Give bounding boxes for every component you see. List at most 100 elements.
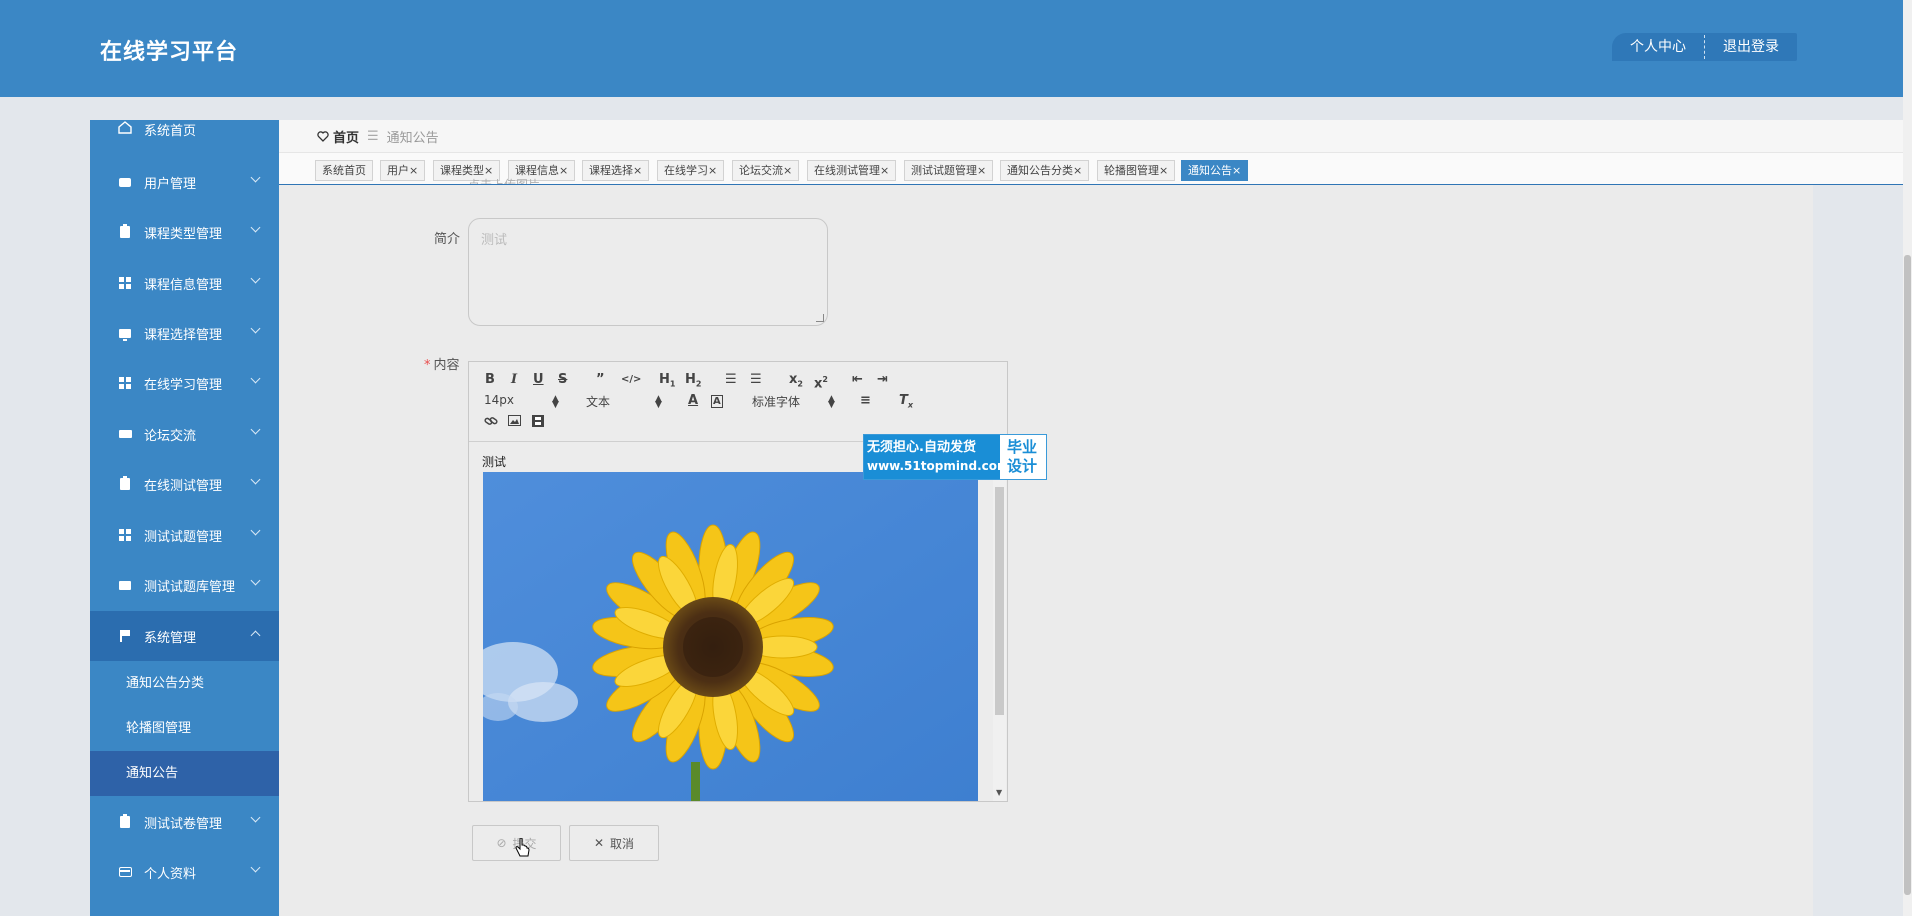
- bullet-list-icon[interactable]: ☰: [750, 372, 762, 388]
- sidebar-item-test-paper[interactable]: 测试试卷管理: [90, 797, 279, 847]
- tab-home[interactable]: 系统首页: [315, 160, 373, 181]
- chevron-down-icon: [250, 525, 261, 536]
- tab-label: 在线学习: [664, 164, 708, 177]
- breadcrumb-home[interactable]: 首页: [333, 127, 359, 146]
- card-icon: [118, 865, 132, 879]
- select-arrows-icon: ▲ ▼: [552, 394, 559, 410]
- video-icon[interactable]: [532, 415, 544, 432]
- heading1-icon[interactable]: H1: [659, 372, 675, 393]
- image-icon[interactable]: [508, 415, 521, 431]
- window-scrollbar-thumb[interactable]: [1904, 255, 1911, 895]
- sidebar-item-users[interactable]: 用户管理: [90, 157, 279, 207]
- watermark-badge: 无须担心.自动发货 www.51topmind.com 毕业 设计: [863, 434, 1047, 480]
- rich-text-editor[interactable]: B I U S ” </> H1 H2 ☰ ☰ x2 x2 ⇤ ⇥ 14px ▲…: [468, 361, 1008, 802]
- sidebar-item-label: 系统管理: [144, 630, 197, 646]
- tab-online-test[interactable]: 在线测试管理×: [807, 160, 897, 181]
- italic-icon[interactable]: I: [511, 372, 517, 388]
- tab-close-icon[interactable]: ×: [977, 164, 986, 177]
- blockquote-icon[interactable]: ”: [596, 372, 605, 388]
- sidebar-item-question-bank[interactable]: 测试试题库管理: [90, 560, 279, 610]
- sidebar-item-system[interactable]: 系统管理: [90, 611, 279, 661]
- logout-button[interactable]: 退出登录: [1705, 33, 1797, 61]
- tab-close-icon[interactable]: ×: [880, 164, 889, 177]
- align-icon[interactable]: ≡: [860, 393, 871, 409]
- bold-icon[interactable]: B: [485, 372, 495, 388]
- intro-value: 测试: [481, 233, 508, 248]
- intro-textarea[interactable]: 测试: [468, 218, 828, 326]
- tab-label: 测试试题管理: [911, 164, 977, 177]
- tab-online-learning[interactable]: 在线学习×: [657, 160, 725, 181]
- sidebar-sub-carousel[interactable]: 轮播图管理: [90, 706, 279, 751]
- breadcrumb: 首页 ☰ 通知公告: [279, 120, 1903, 153]
- sidebar-item-online-learning[interactable]: 在线学习管理: [90, 358, 279, 408]
- chevron-down-icon: [250, 323, 261, 334]
- chevron-down-icon: [250, 474, 261, 485]
- font-family-select[interactable]: 标准字体: [752, 393, 800, 410]
- code-block-icon[interactable]: </>: [621, 372, 641, 388]
- window-scrollbar[interactable]: [1903, 0, 1912, 916]
- resize-handle[interactable]: [816, 314, 824, 322]
- underline-icon[interactable]: U: [533, 372, 544, 388]
- outdent-icon[interactable]: ⇤: [852, 372, 863, 388]
- tab-close-icon[interactable]: ×: [708, 164, 717, 177]
- grid-icon: [118, 528, 132, 542]
- tab-close-icon[interactable]: ×: [1232, 164, 1241, 177]
- chevron-up-icon: [250, 630, 261, 641]
- strikethrough-icon[interactable]: S: [558, 372, 567, 388]
- clipboard-icon: [118, 224, 132, 239]
- sidebar-item-label: 测试试题管理: [144, 529, 223, 545]
- subscript-icon[interactable]: x2: [789, 372, 803, 393]
- text-type-select[interactable]: 文本: [586, 393, 610, 410]
- indent-icon[interactable]: ⇥: [877, 372, 888, 388]
- sidebar-item-label: 系统首页: [144, 124, 197, 139]
- editor-scrollbar-thumb[interactable]: [995, 487, 1004, 715]
- sidebar-item-course-info[interactable]: 课程信息管理: [90, 258, 279, 308]
- tab-notice[interactable]: 通知公告×: [1181, 160, 1249, 181]
- cancel-button[interactable]: ✕ 取消: [569, 825, 659, 861]
- personal-center-button[interactable]: 个人中心: [1612, 33, 1704, 61]
- monitor-icon: [118, 326, 132, 341]
- tab-close-icon[interactable]: ×: [1159, 164, 1168, 177]
- sidebar-sub-notice-category[interactable]: 通知公告分类: [90, 661, 279, 706]
- link-icon[interactable]: [484, 415, 498, 432]
- ordered-list-icon[interactable]: ☰: [725, 372, 737, 388]
- header-actions: 个人中心 退出登录: [1612, 33, 1797, 61]
- sidebar-item-online-test[interactable]: 在线测试管理: [90, 459, 279, 509]
- sidebar-item-profile[interactable]: 个人资料: [90, 847, 279, 897]
- sidebar-item-home[interactable]: 系统首页: [90, 120, 279, 142]
- tab-close-icon[interactable]: ×: [1073, 164, 1082, 177]
- clipboard-icon: [118, 476, 132, 491]
- editor-scrollbar[interactable]: ▼: [993, 443, 1006, 801]
- chevron-down-icon: [250, 862, 261, 873]
- background-color-icon[interactable]: A: [711, 395, 723, 408]
- tab-close-icon[interactable]: ×: [559, 164, 568, 177]
- tab-test-questions[interactable]: 测试试题管理×: [904, 160, 994, 181]
- tab-close-icon[interactable]: ×: [409, 164, 418, 177]
- tab-close-icon[interactable]: ×: [783, 164, 792, 177]
- clear-format-icon[interactable]: Tx: [899, 393, 913, 414]
- sidebar-item-course-select[interactable]: 课程选择管理: [90, 308, 279, 358]
- font-size-select[interactable]: 14px: [484, 393, 514, 407]
- tab-carousel[interactable]: 轮播图管理×: [1097, 160, 1176, 181]
- font-color-icon[interactable]: A: [688, 393, 698, 409]
- superscript-icon[interactable]: x2: [814, 372, 828, 392]
- tab-users[interactable]: 用户×: [380, 160, 426, 181]
- scroll-down-icon[interactable]: ▼: [996, 788, 1002, 797]
- sidebar-item-course-type[interactable]: 课程类型管理: [90, 207, 279, 257]
- tab-course-select[interactable]: 课程选择×: [582, 160, 650, 181]
- sidebar-item-test-questions[interactable]: 测试试题管理: [90, 510, 279, 560]
- upload-image-label: 点击上传图片: [468, 176, 540, 184]
- app-title: 在线学习平台: [100, 40, 239, 65]
- sidebar-item-forum[interactable]: 论坛交流: [90, 409, 279, 459]
- tab-notice-category[interactable]: 通知公告分类×: [1000, 160, 1090, 181]
- content-label-text: 内容: [433, 358, 460, 373]
- sidebar-sub-notice[interactable]: 通知公告: [90, 751, 279, 796]
- sidebar-item-label: 测试试题库管理: [144, 579, 236, 595]
- editor-body[interactable]: 测试 ▼: [469, 443, 1007, 801]
- grid-icon: [118, 376, 132, 390]
- sidebar-item-label: 用户管理: [144, 176, 197, 192]
- editor-toolbar: B I U S ” </> H1 H2 ☰ ☰ x2 x2 ⇤ ⇥ 14px ▲…: [469, 362, 1007, 442]
- tab-forum[interactable]: 论坛交流×: [732, 160, 800, 181]
- heading2-icon[interactable]: H2: [685, 372, 701, 393]
- tab-close-icon[interactable]: ×: [633, 164, 642, 177]
